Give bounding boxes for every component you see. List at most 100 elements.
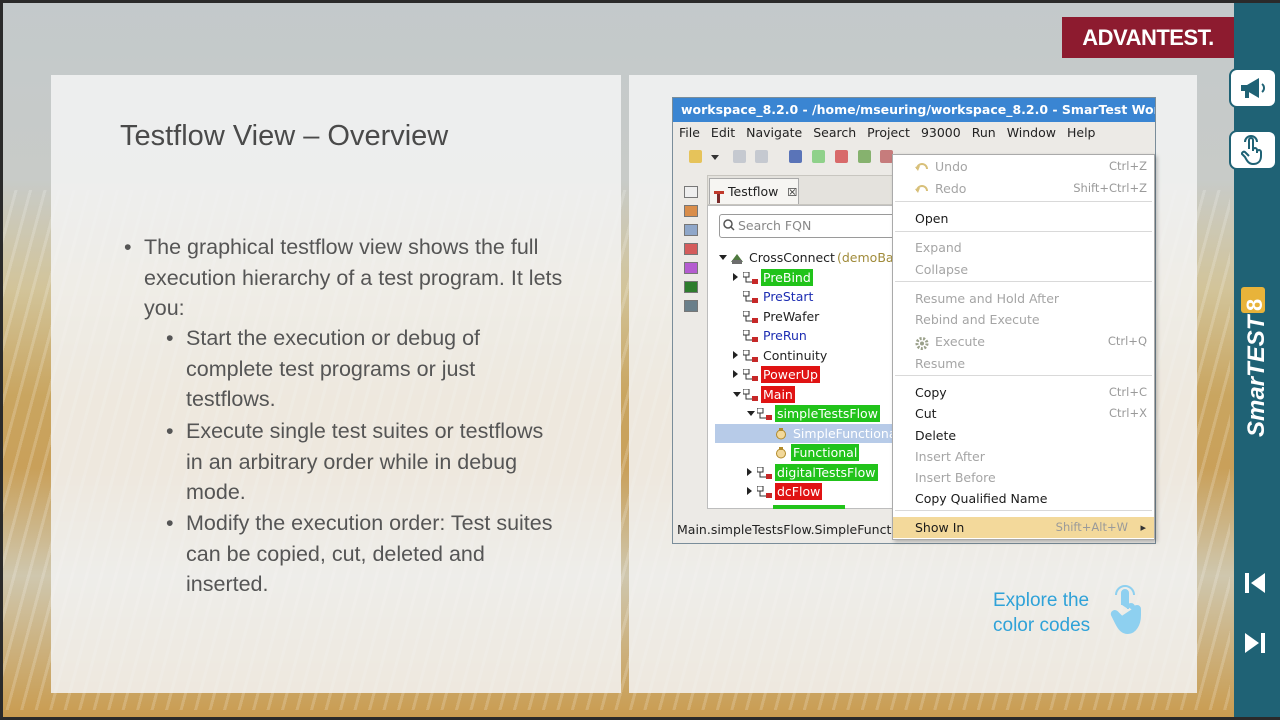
- tab-testflow[interactable]: Testflow ☒: [709, 178, 799, 204]
- tree-item-label: PowerUp: [761, 366, 820, 383]
- status-bar: Main.simpleTestsFlow.SimpleFunction: [677, 522, 897, 537]
- dropdown-icon[interactable]: [711, 155, 719, 160]
- menu-item-label: Resume and Hold After: [915, 291, 1060, 306]
- menu-open[interactable]: Open: [893, 208, 1154, 229]
- menu-separator: [895, 201, 1152, 202]
- explore-link[interactable]: Explore the color codes: [993, 588, 1090, 638]
- menu-item-label: Insert Before: [915, 470, 996, 485]
- submenu-arrow-icon: ▸: [1140, 521, 1146, 534]
- menu-item-label: Collapse: [915, 262, 969, 277]
- save-all-icon[interactable]: [755, 150, 768, 163]
- menu-rebind-and-execute[interactable]: Rebind and Execute: [893, 309, 1154, 330]
- menu-item[interactable]: Navigate: [746, 122, 802, 144]
- menu-item[interactable]: File: [679, 122, 700, 144]
- debug-icon[interactable]: [789, 150, 802, 163]
- tree-item-partial: [773, 505, 845, 509]
- menu-item[interactable]: 93000: [921, 122, 961, 144]
- window-title: workspace_8.2.0 - /home/mseuring/workspa…: [673, 98, 1155, 122]
- bind-icon[interactable]: [858, 150, 871, 163]
- menu-redo[interactable]: Redo Shift+Ctrl+Z: [893, 178, 1154, 199]
- menu-item[interactable]: Edit: [711, 122, 735, 144]
- menu-expand[interactable]: Expand: [893, 237, 1154, 258]
- menu-delete[interactable]: Delete: [893, 425, 1154, 446]
- flow-icon: [756, 485, 773, 498]
- search-icon: [723, 219, 735, 231]
- bullet-text: Start the execution or debug of complete…: [186, 326, 481, 412]
- brand-text: SmarTEST: [1243, 313, 1270, 437]
- search-input[interactable]: Search FQN: [719, 214, 899, 238]
- test-suite-icon: [773, 427, 789, 440]
- menu-item[interactable]: Run: [972, 122, 996, 144]
- menu-execute[interactable]: Execute Ctrl+Q: [893, 331, 1154, 352]
- suite-icon[interactable]: [684, 243, 698, 255]
- flow-icon: [742, 271, 759, 284]
- menu-item[interactable]: Window: [1007, 122, 1056, 144]
- collapsed-twisty-icon[interactable]: [733, 272, 738, 281]
- menu-resume-and-hold-after[interactable]: Resume and Hold After: [893, 288, 1154, 309]
- menu-item-shortcut: Ctrl+Z: [1109, 159, 1147, 173]
- new-icon[interactable]: [689, 150, 702, 163]
- grid-icon[interactable]: [684, 281, 698, 293]
- close-icon[interactable]: ☒: [787, 186, 797, 199]
- menu-item-label: Insert After: [915, 449, 985, 464]
- menu-insert-after[interactable]: Insert After: [893, 446, 1154, 467]
- collapsed-twisty-icon[interactable]: [733, 350, 738, 359]
- next-button[interactable]: [1240, 628, 1270, 658]
- side-toolbar: [681, 184, 701, 334]
- menu-show-in[interactable]: Show In Shift+Alt+W ▸: [893, 517, 1154, 538]
- view-icon[interactable]: [684, 186, 698, 198]
- menu-item-label: Open: [915, 211, 949, 226]
- announcement-button[interactable]: [1229, 68, 1277, 108]
- collapsed-twisty-icon[interactable]: [733, 370, 738, 378]
- slide-title: Testflow View – Overview: [120, 120, 449, 152]
- save-icon[interactable]: [733, 150, 746, 163]
- expanded-twisty-icon[interactable]: [747, 411, 755, 416]
- expanded-twisty-icon[interactable]: [733, 391, 741, 397]
- expanded-twisty-icon[interactable]: [719, 255, 727, 260]
- interaction-button[interactable]: [1229, 130, 1277, 170]
- wave-icon[interactable]: [684, 262, 698, 274]
- previous-button[interactable]: [1240, 568, 1270, 598]
- tree-item-label: Main: [761, 385, 795, 403]
- collapsed-twisty-icon[interactable]: [747, 487, 752, 495]
- menu-item-shortcut: Ctrl+C: [1108, 385, 1147, 399]
- menu-item[interactable]: Help: [1067, 122, 1096, 144]
- explore-line: color codes: [993, 615, 1091, 636]
- run-icon[interactable]: [812, 150, 825, 163]
- menu-item-shortcut: Ctrl+X: [1109, 406, 1147, 420]
- menu-item-label: Redo: [935, 181, 967, 196]
- bullet-main: • The graphical testflow view shows the f…: [124, 232, 564, 324]
- bullet-dot: •: [124, 235, 132, 259]
- menu-item[interactable]: Project: [867, 122, 910, 144]
- menu-cut[interactable]: Cut Ctrl+X: [893, 403, 1154, 424]
- menu-separator: [895, 510, 1152, 511]
- tree-item-label: dcFlow: [775, 483, 823, 500]
- menu-item[interactable]: Search: [813, 122, 856, 144]
- menu-undo[interactable]: Undo Ctrl+Z: [893, 156, 1154, 177]
- menu-bar: File Edit Navigate Search Project 93000 Run Win…: [673, 122, 1155, 144]
- collapsed-twisty-icon[interactable]: [747, 467, 752, 476]
- flow-icon[interactable]: [684, 205, 698, 217]
- meter-icon[interactable]: [684, 300, 698, 312]
- tree-item-label: SimpleFunctional: [793, 425, 900, 441]
- advantest-logo: ADVANTEST.: [1062, 17, 1234, 58]
- stop-icon[interactable]: [835, 150, 848, 163]
- menu-insert-before[interactable]: Insert Before: [893, 467, 1154, 488]
- menu-resume[interactable]: Resume: [893, 353, 1154, 374]
- flow-icon: [742, 310, 759, 323]
- tree-item-label: PreStart: [763, 289, 814, 304]
- flow-icon: [742, 349, 759, 362]
- menu-collapse[interactable]: Collapse: [893, 259, 1154, 280]
- menu-copy-qualified-name[interactable]: Copy Qualified Name: [893, 488, 1154, 509]
- pointer-hand-icon[interactable]: [1108, 585, 1148, 637]
- flow-icon: [756, 466, 773, 479]
- tree-item-label: Functional: [791, 444, 860, 461]
- menu-copy[interactable]: Copy Ctrl+C: [893, 382, 1154, 403]
- smartest-brand: SmarTEST 8: [1241, 287, 1270, 437]
- gear-icon: [915, 335, 929, 350]
- menu-item-label: Cut: [915, 406, 937, 421]
- tree-item-label: PreBind: [761, 268, 813, 286]
- menu-item-label: Execute: [935, 334, 985, 349]
- testflow-icon: [714, 186, 724, 203]
- table-icon[interactable]: [684, 224, 698, 236]
